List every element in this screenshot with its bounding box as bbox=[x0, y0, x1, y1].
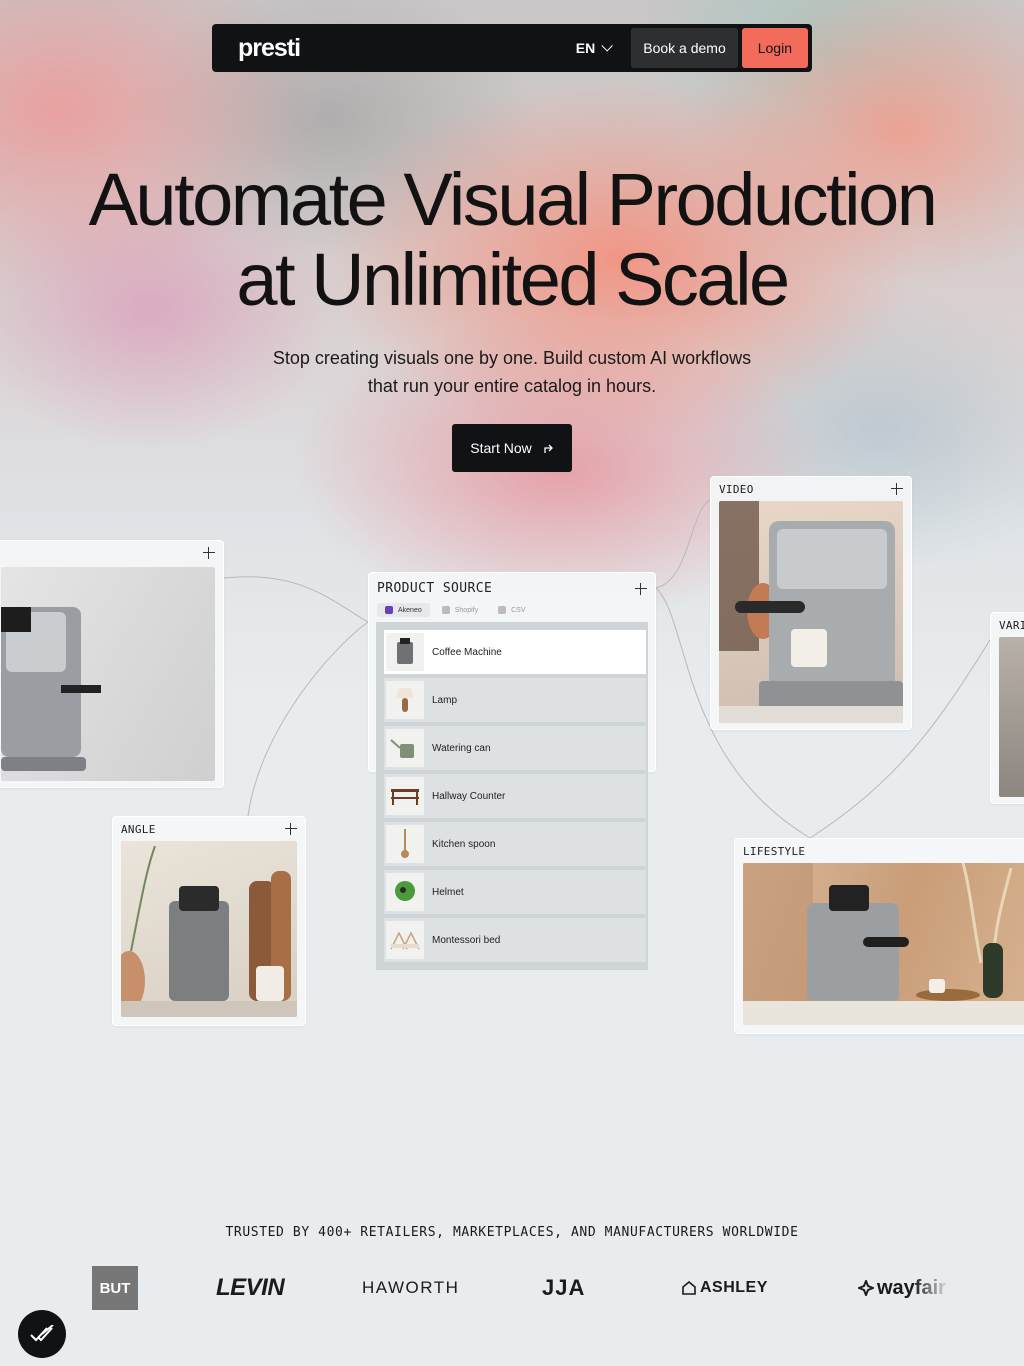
product-list: Coffee Machine Lamp Watering can Hallway… bbox=[376, 622, 648, 970]
akeneo-icon bbox=[385, 606, 393, 614]
logo-but: BUT bbox=[92, 1266, 138, 1310]
helmet-thumb bbox=[386, 873, 424, 911]
tab-csv[interactable]: CSV bbox=[490, 603, 533, 617]
trusted-by-headline: TRUSTED BY 400+ RETAILERS, MARKETPLACES,… bbox=[225, 1225, 799, 1240]
hero-subtitle: Stop creating visuals one by one. Build … bbox=[212, 344, 812, 400]
coffee-machine-photo bbox=[1, 567, 215, 781]
hero-subtitle-line1: Stop creating visuals one by one. Build … bbox=[272, 348, 752, 368]
check-badge-button[interactable] bbox=[18, 1310, 66, 1358]
plus-icon[interactable] bbox=[203, 547, 215, 559]
lifestyle-photo bbox=[743, 863, 1024, 1025]
logo-wayfair: wayfair bbox=[858, 1268, 950, 1308]
source-image-card[interactable] bbox=[0, 540, 224, 788]
video-photo bbox=[719, 501, 903, 723]
video-card[interactable]: VIDEO bbox=[710, 476, 912, 730]
montessori-bed-thumb bbox=[386, 921, 424, 959]
plus-icon[interactable] bbox=[285, 823, 297, 835]
video-label: VIDEO bbox=[719, 483, 754, 496]
book-demo-button[interactable]: Book a demo bbox=[631, 28, 738, 68]
lifestyle-card[interactable]: LIFESTYLE bbox=[734, 838, 1024, 1034]
hero-subtitle-line2: that run your entire catalog in hours. bbox=[367, 376, 657, 396]
list-item-hallway-counter[interactable]: Hallway Counter bbox=[384, 774, 646, 818]
chevron-down-icon bbox=[601, 40, 614, 52]
list-item-helmet[interactable]: Helmet bbox=[384, 870, 646, 914]
language-label: EN bbox=[575, 40, 596, 56]
variant-photo bbox=[999, 637, 1024, 797]
angle-photo bbox=[121, 841, 297, 1017]
watering-can-thumb bbox=[386, 729, 424, 767]
house-icon bbox=[682, 1281, 696, 1295]
top-navbar: presti EN Book a demo Login bbox=[212, 24, 812, 72]
coffee-machine-thumb bbox=[386, 633, 424, 671]
wayfair-pinwheel-icon bbox=[858, 1280, 874, 1296]
logo-jja: JJA bbox=[542, 1275, 586, 1300]
start-now-button[interactable]: Start Now bbox=[452, 424, 572, 472]
presti-logo[interactable]: presti bbox=[238, 34, 576, 63]
hallway-counter-thumb bbox=[386, 777, 424, 815]
plus-icon[interactable] bbox=[891, 483, 903, 495]
check-badge-icon bbox=[30, 1325, 54, 1342]
angle-card[interactable]: ANGLE bbox=[112, 816, 306, 1026]
variant-label: VARI bbox=[999, 619, 1024, 632]
hero-title-line2: at Unlimited Scale bbox=[236, 238, 790, 321]
list-item-coffee-machine[interactable]: Coffee Machine bbox=[384, 630, 646, 674]
logo-levin: LEVIN bbox=[216, 1274, 285, 1301]
tab-akeneo[interactable]: Akeneo bbox=[377, 603, 430, 617]
start-now-label: Start Now bbox=[470, 440, 532, 456]
source-tabs: Akeneo Shopify CSV bbox=[377, 603, 534, 617]
shopify-icon bbox=[441, 606, 450, 614]
csv-icon bbox=[498, 606, 507, 614]
lamp-thumb bbox=[386, 681, 424, 719]
tab-shopify[interactable]: Shopify bbox=[434, 603, 486, 617]
plus-icon[interactable] bbox=[635, 583, 647, 595]
angle-label: ANGLE bbox=[121, 823, 156, 836]
arrow-up-right-icon bbox=[544, 444, 553, 453]
hero-title-line1: Automate Visual Production bbox=[88, 158, 938, 241]
logo-ashley: ASHLEY bbox=[682, 1268, 768, 1308]
variant-card[interactable]: VARI bbox=[990, 612, 1024, 804]
lifestyle-label: LIFESTYLE bbox=[743, 845, 806, 858]
hero-title: Automate Visual Production at Unlimited … bbox=[0, 160, 1024, 320]
list-item-montessori-bed[interactable]: Montessori bed bbox=[384, 918, 646, 962]
login-button[interactable]: Login bbox=[741, 28, 808, 68]
logo-haworth: HAWORTH bbox=[362, 1278, 460, 1297]
list-item-watering-can[interactable]: Watering can bbox=[384, 726, 646, 770]
list-item-lamp[interactable]: Lamp bbox=[384, 678, 646, 722]
product-source-label: PRODUCT SOURCE bbox=[377, 581, 493, 596]
kitchen-spoon-thumb bbox=[386, 825, 424, 863]
language-selector[interactable]: EN bbox=[575, 40, 614, 56]
list-item-kitchen-spoon[interactable]: Kitchen spoon bbox=[384, 822, 646, 866]
